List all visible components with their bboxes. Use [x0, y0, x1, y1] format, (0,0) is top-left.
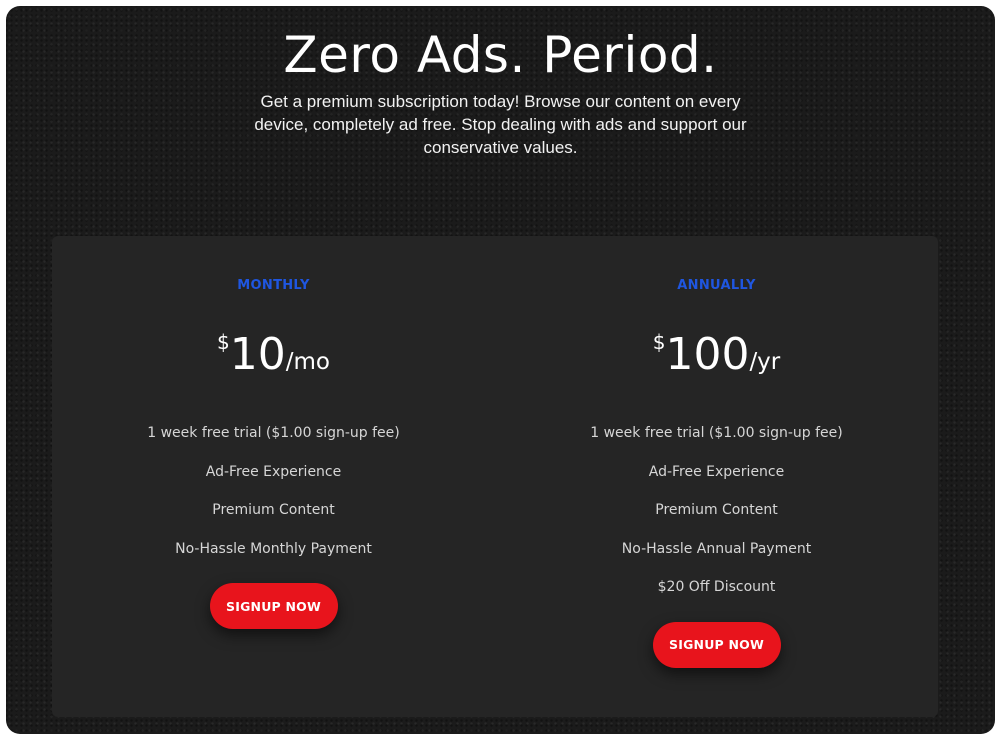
- pricing-section: Zero Ads. Period. Get a premium subscrip…: [6, 6, 995, 734]
- pricing-card: MONTHLY $10/mo 1 week free trial ($1.00 …: [52, 236, 938, 717]
- signup-annually-button[interactable]: SIGNUP NOW: [652, 621, 781, 668]
- feature-item: 1 week free trial ($1.00 sign-up fee): [147, 425, 400, 441]
- plan-price: $100/yr: [495, 312, 938, 380]
- plan-annually: ANNUALLY $100/yr 1 week free trial ($1.0…: [495, 236, 938, 668]
- hero-header: Zero Ads. Period. Get a premium subscrip…: [6, 24, 995, 159]
- feature-item: No-Hassle Monthly Payment: [175, 540, 372, 557]
- feature-item: Ad-Free Experience: [648, 463, 785, 480]
- feature-item: Premium Content: [212, 502, 335, 518]
- page-title: Zero Ads. Period.: [283, 26, 718, 84]
- price-currency: $: [652, 330, 666, 354]
- feature-item: 1 week free trial ($1.00 sign-up fee): [590, 425, 843, 441]
- plan-price: $10/mo: [52, 312, 495, 380]
- price-currency: $: [217, 330, 230, 354]
- price-amount: 100: [665, 329, 750, 380]
- feature-item: Premium Content: [655, 502, 778, 518]
- plan-name: ANNUALLY: [677, 278, 756, 293]
- page-subtitle: Get a premium subscription today! Browse…: [254, 92, 747, 157]
- price-amount: 10: [229, 329, 286, 380]
- plan-name: MONTHLY: [237, 278, 310, 293]
- price-period: /mo: [285, 349, 330, 375]
- feature-item: $20 Off Discount: [657, 579, 776, 595]
- signup-monthly-button[interactable]: SIGNUP NOW: [209, 583, 338, 629]
- feature-item: No-Hassle Annual Payment: [621, 540, 812, 557]
- price-period: /yr: [749, 349, 781, 375]
- plan-monthly: MONTHLY $10/mo 1 week free trial ($1.00 …: [52, 236, 495, 629]
- feature-list: 1 week free trial ($1.00 sign-up fee) Ad…: [52, 421, 495, 575]
- feature-item: Ad-Free Experience: [205, 463, 342, 480]
- feature-list: 1 week free trial ($1.00 sign-up fee) Ad…: [495, 421, 938, 614]
